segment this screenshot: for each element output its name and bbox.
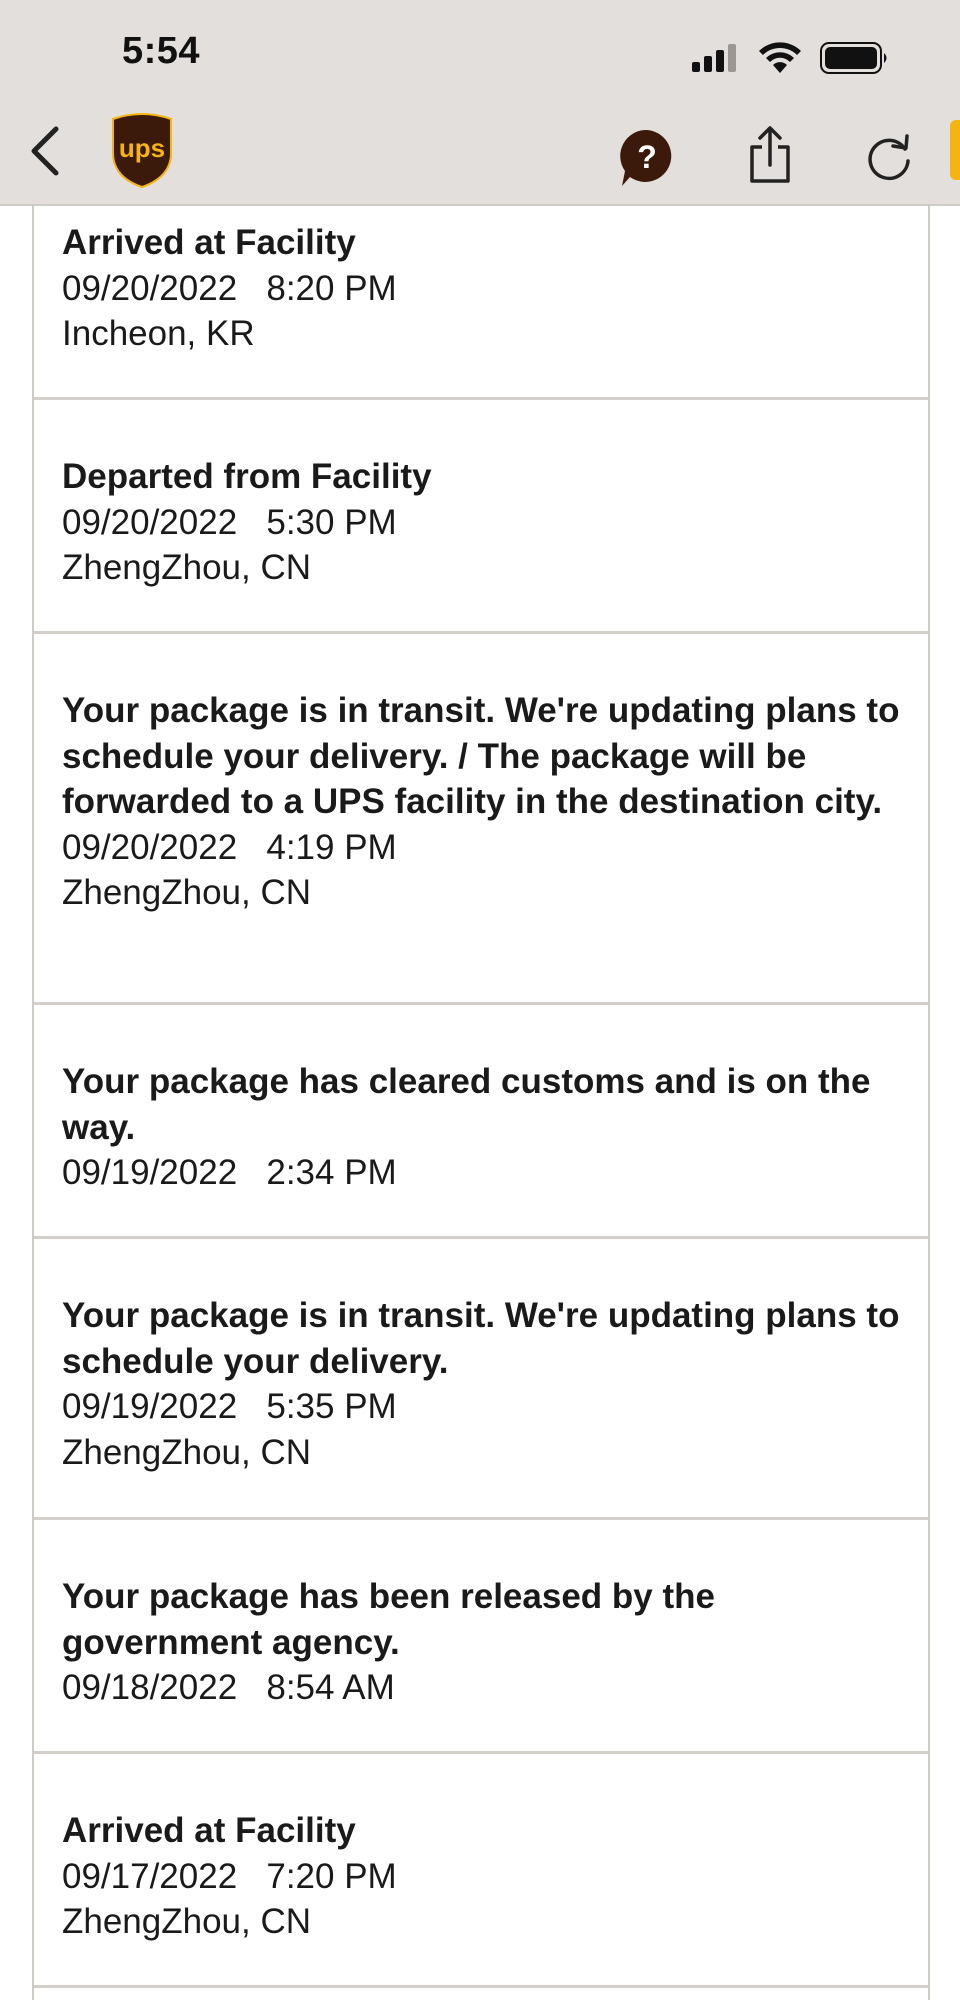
event-datetime: 09/19/2022 2:34 PM: [62, 1150, 902, 1196]
ups-logo: ups: [108, 110, 176, 190]
list-item: Arrived at Facility 09/17/2022 7:20 PM Z…: [34, 1754, 928, 1988]
event-time: 8:54 AM: [266, 1668, 395, 1707]
event-time: 7:20 PM: [266, 1856, 397, 1896]
list-item: Your package has cleared customs and is …: [34, 1005, 928, 1239]
help-button[interactable]: ?: [612, 122, 682, 192]
event-date: 09/19/2022: [62, 1387, 238, 1426]
event-title: Arrived at Facility: [62, 1811, 356, 1850]
tracking-history-list: Arrived at Facility 09/20/2022 8:20 PM I…: [32, 206, 930, 2000]
event-title: Departed from Facility: [62, 457, 432, 496]
event-time: 5:35 PM: [266, 1387, 397, 1426]
event-location: Incheon, KR: [62, 314, 255, 353]
navigation-bar: ups ?: [0, 108, 960, 198]
event-time: 2:34 PM: [266, 1153, 397, 1192]
overflow-tab-edge[interactable]: [950, 120, 960, 180]
back-button[interactable]: [20, 126, 70, 176]
event-date: 09/18/2022: [62, 1668, 238, 1707]
share-button[interactable]: [740, 122, 800, 188]
event-title: Your package has cleared customs and is …: [62, 1062, 871, 1147]
refresh-icon: [868, 134, 910, 181]
wifi-icon: [759, 42, 801, 73]
event-date: 09/19/2022: [62, 1153, 238, 1192]
event-title: Your package has been released by the go…: [62, 1577, 715, 1662]
event-datetime: 09/18/2022 8:54 AM: [62, 1665, 902, 1711]
event-time: 4:19 PM: [266, 827, 397, 867]
cellular-signal-icon: [692, 44, 736, 72]
event-datetime: 09/19/2022 5:35 PM: [62, 1384, 902, 1430]
event-location: ZhengZhou, CN: [62, 1432, 312, 1472]
list-item: Your package is in transit. We're updati…: [34, 634, 928, 1005]
list-item: Your package is in transit. We're updati…: [34, 1239, 928, 1520]
event-time: 8:20 PM: [266, 268, 397, 308]
battery-icon: [820, 42, 887, 74]
event-date: 09/20/2022: [62, 268, 238, 308]
status-time: 5:54: [122, 30, 201, 72]
list-item: Arrived at Facility 09/20/2022 8:20 PM I…: [34, 206, 928, 400]
event-title: Your package is in transit. We're updati…: [62, 691, 900, 821]
event-datetime: 09/20/2022 4:19 PM: [62, 825, 902, 871]
event-location: ZhengZhou, CN: [62, 548, 312, 587]
event-datetime: 09/17/2022 7:20 PM: [62, 1854, 902, 1900]
help-icon: ?: [637, 139, 657, 175]
ups-logo-text: ups: [119, 133, 165, 163]
event-title: Arrived at Facility: [62, 223, 356, 262]
list-item: Departed from Facility 09/20/2022 5:30 P…: [34, 400, 928, 634]
event-location: ZhengZhou, CN: [62, 1902, 312, 1941]
status-icons: [692, 38, 890, 78]
event-title: Your package is in transit. We're updati…: [62, 1296, 900, 1381]
top-bar: 5:54 ups ?: [0, 0, 960, 206]
event-date: 09/20/2022: [62, 827, 238, 867]
share-icon: [750, 126, 790, 183]
event-datetime: 09/20/2022 5:30 PM: [62, 500, 902, 546]
back-chevron-icon: [31, 126, 59, 176]
event-date: 09/20/2022: [62, 502, 238, 542]
list-item: Your package has been released by the go…: [34, 1520, 928, 1754]
event-time: 5:30 PM: [266, 502, 397, 542]
refresh-button[interactable]: [858, 126, 920, 188]
event-date: 09/17/2022: [62, 1856, 238, 1896]
event-datetime: 09/20/2022 8:20 PM: [62, 266, 902, 312]
event-location: ZhengZhou, CN: [62, 873, 312, 912]
